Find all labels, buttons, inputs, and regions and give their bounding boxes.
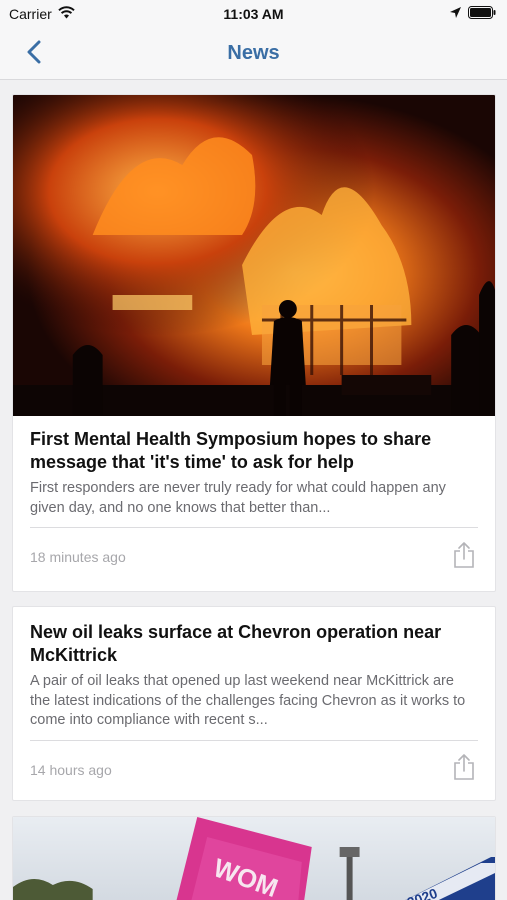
card-footer: 14 hours ago [13, 741, 495, 799]
news-card[interactable]: New oil leaks surface at Chevron operati… [12, 606, 496, 801]
share-icon [452, 541, 476, 574]
article-image [13, 95, 495, 416]
news-card[interactable]: First Mental Health Symposium hopes to s… [12, 94, 496, 592]
article-timestamp: 18 minutes ago [30, 549, 126, 565]
carrier-label: Carrier [9, 6, 52, 22]
back-button[interactable] [18, 38, 50, 70]
article-timestamp: 14 hours ago [30, 761, 112, 778]
page-title: News [227, 42, 280, 64]
share-button[interactable] [450, 754, 478, 786]
card-footer: 18 minutes ago [13, 528, 495, 586]
article-summary: First responders are never truly ready f… [30, 480, 446, 516]
article-summary: A pair of oil leaks that opened up last … [30, 673, 466, 728]
status-bar: Carrier 11:03 AM [0, 0, 507, 28]
article-title[interactable]: New oil leaks surface at Chevron operati… [30, 621, 478, 667]
wifi-icon [58, 6, 75, 22]
news-card[interactable]: WOM 2020 [12, 816, 496, 900]
card-body: First Mental Health Symposium hopes to s… [13, 416, 495, 518]
status-right [449, 6, 497, 22]
article-title[interactable]: First Mental Health Symposium hopes to s… [30, 428, 478, 474]
card-body: New oil leaks surface at Chevron operati… [13, 607, 495, 731]
news-feed[interactable]: First Mental Health Symposium hopes to s… [0, 81, 507, 900]
battery-icon [468, 6, 497, 22]
location-arrow-icon [449, 6, 462, 22]
chevron-left-icon [27, 40, 41, 69]
share-icon [452, 753, 476, 786]
share-button[interactable] [450, 541, 478, 573]
article-image: WOM 2020 [13, 817, 495, 900]
navigation-bar: News [0, 28, 507, 80]
status-left: Carrier [9, 6, 75, 22]
status-time: 11:03 AM [223, 6, 284, 22]
